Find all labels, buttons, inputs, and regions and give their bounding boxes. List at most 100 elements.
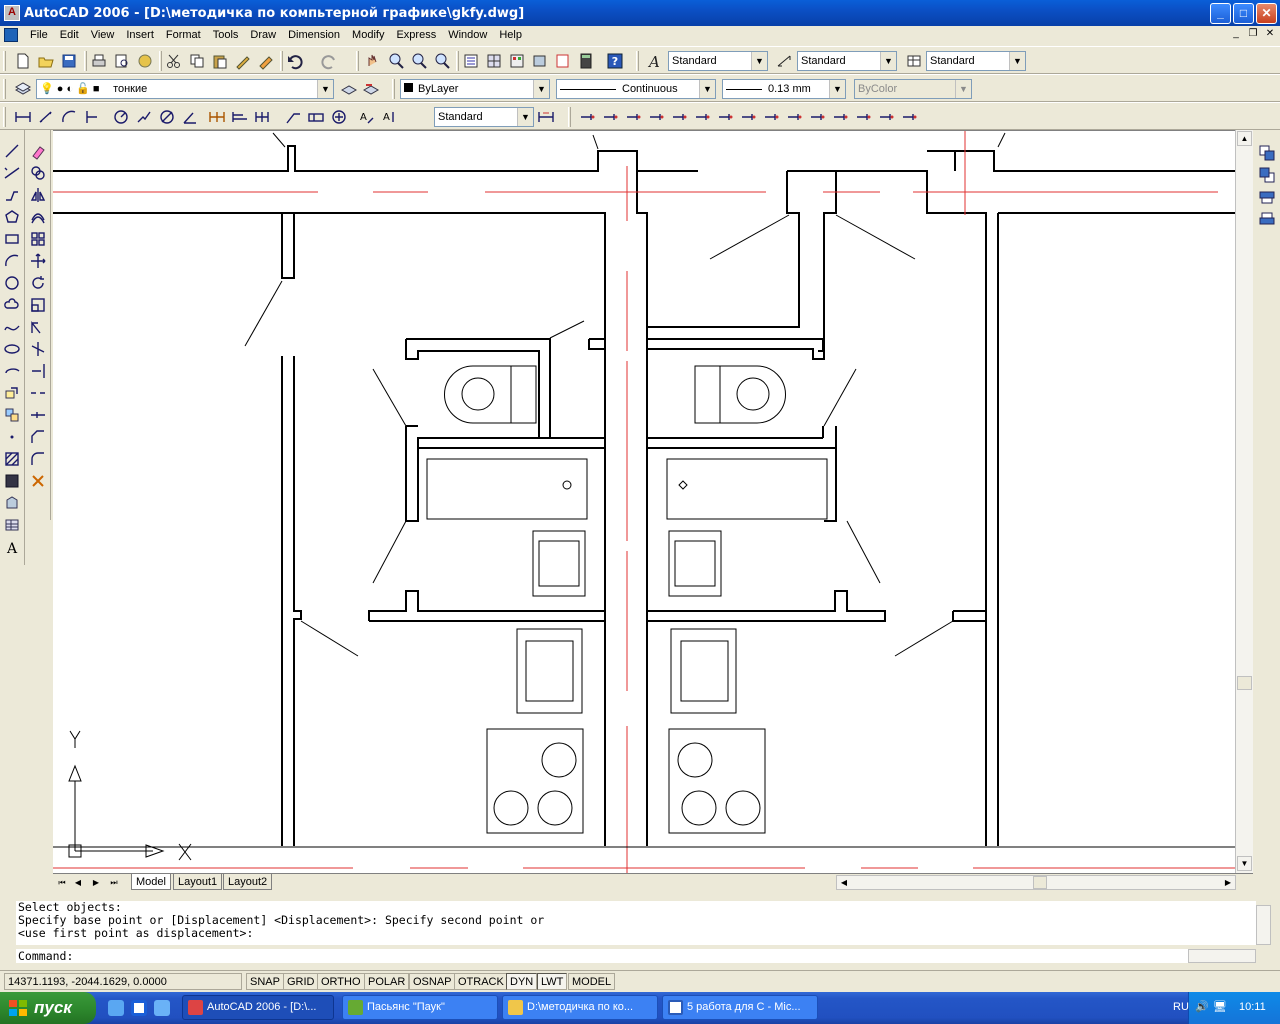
none-snap-icon[interactable] [877,108,895,126]
polar-toggle[interactable]: POLAR [364,973,410,990]
rotate-icon[interactable] [29,274,47,292]
close-button[interactable]: ✕ [1256,3,1277,24]
polygon-icon[interactable] [3,208,21,226]
xline-icon[interactable] [3,164,21,182]
line-icon[interactable] [3,142,21,160]
dimjog-icon[interactable] [135,108,153,126]
extend-icon[interactable] [29,362,47,380]
horizontal-scrollbar[interactable]: ◀ ▶ [836,875,1236,890]
hatch-icon[interactable] [3,450,21,468]
calculator-icon[interactable] [577,52,595,70]
dimdia-icon[interactable] [158,108,176,126]
dimcont-icon[interactable] [254,108,272,126]
menu-insert[interactable]: Insert [120,29,160,41]
block-editor-icon[interactable] [257,52,275,70]
task-spider-solitaire[interactable]: Пасьянс "Паук" [342,995,498,1020]
publish-icon[interactable] [136,52,154,70]
make-current-layer-icon[interactable] [340,80,358,98]
layer-manager-icon[interactable] [14,80,32,98]
media-player-icon[interactable] [131,1000,147,1016]
autocad-app-icon[interactable] [4,5,20,21]
dyn-toggle[interactable]: DYN [506,973,538,990]
chevron-down-icon[interactable]: ▼ [317,80,333,98]
menu-window[interactable]: Window [442,29,493,41]
copy-icon[interactable] [188,52,206,70]
color-select[interactable]: ByLayer ▼ [400,79,550,99]
otrack-toggle[interactable]: OTRACK [454,973,508,990]
scroll-down-icon[interactable]: ▼ [1237,856,1252,871]
quadrant-snap-icon[interactable] [716,108,734,126]
snap-toggle[interactable]: SNAP [246,973,284,990]
point-icon[interactable] [3,428,21,446]
vertical-scrollbar[interactable]: ▲ ▼ [1235,130,1253,873]
scroll-thumb[interactable] [1033,876,1047,889]
command-input[interactable]: Command: [16,949,1188,963]
center-icon[interactable] [330,108,348,126]
tab-layout2[interactable]: Layout2 [223,874,273,890]
ortho-toggle[interactable]: ORTHO [317,973,365,990]
design-center-icon[interactable] [485,52,503,70]
chevron-down-icon[interactable]: ▼ [699,80,715,98]
tol-icon[interactable] [307,108,325,126]
new-file-icon[interactable] [14,52,32,70]
dimlin-icon[interactable] [14,108,32,126]
dimtedit-icon[interactable]: A [381,108,399,126]
dimal-icon[interactable] [37,108,55,126]
bring-to-front-icon[interactable] [1258,144,1276,162]
menu-tools[interactable]: Tools [207,29,245,41]
table-style-icon[interactable] [905,52,923,70]
menu-format[interactable]: Format [160,29,207,41]
pan-realtime-icon[interactable] [364,52,382,70]
text-style-icon[interactable]: A [646,52,664,71]
perpendicular-snap-icon[interactable] [762,108,780,126]
erase-icon[interactable] [29,142,47,160]
move-icon[interactable] [29,252,47,270]
intersection-snap-icon[interactable] [624,108,642,126]
tool-palettes-icon[interactable] [508,52,526,70]
chevron-down-icon[interactable]: ▼ [517,108,533,126]
menu-edit[interactable]: Edit [54,29,85,41]
doc-close-button[interactable]: ✕ [1262,27,1278,41]
command-scrollbar[interactable] [1256,905,1271,945]
menu-express[interactable]: Express [390,29,442,41]
menu-file[interactable]: File [24,29,54,41]
chevron-down-icon[interactable]: ▼ [829,80,845,98]
stretch-icon[interactable] [29,318,47,336]
language-indicator[interactable]: RU [1173,1001,1189,1013]
region-icon[interactable] [3,494,21,512]
linetype-select[interactable]: Continuous ▼ [556,79,716,99]
maximize-button[interactable]: □ [1233,3,1254,24]
spline-icon[interactable] [3,318,21,336]
zoom-window-icon[interactable] [410,52,428,70]
table-style-select[interactable]: Standard ▼ [926,51,1026,71]
zoom-previous-icon[interactable] [433,52,451,70]
scroll-up-icon[interactable]: ▲ [1237,131,1252,146]
explode-icon[interactable] [29,472,47,490]
apparent-intersection-snap-icon[interactable] [647,108,665,126]
insert-icon[interactable] [3,384,21,402]
tab-layout1[interactable]: Layout1 [173,874,223,890]
endpoint-snap-icon[interactable] [578,108,596,126]
chevron-down-icon[interactable]: ▼ [533,80,549,98]
table-icon[interactable] [3,516,21,534]
coordinates-display[interactable]: 14371.1193, -2044.1629, 0.0000 [4,973,242,990]
menu-help[interactable]: Help [493,29,528,41]
bring-above-icon[interactable] [1258,188,1276,206]
toolbar-grip[interactable] [3,51,6,71]
task-autocad[interactable]: AutoCAD 2006 - [D:\... [182,995,334,1020]
save-icon[interactable] [60,52,78,70]
open-file-icon[interactable] [37,52,55,70]
next-tab-icon[interactable]: ▶ [89,876,103,889]
doc-restore-button[interactable]: ❐ [1245,27,1261,41]
parallel-snap-icon[interactable] [785,108,803,126]
earc-icon[interactable] [3,362,21,380]
dim-style-select[interactable]: Standard ▼ [797,51,897,71]
menu-draw[interactable]: Draw [244,29,282,41]
chevron-down-icon[interactable]: ▼ [1009,52,1025,70]
toolbar-grip[interactable] [3,107,6,127]
volume-icon[interactable]: 🔊 [1195,1000,1211,1016]
plot-icon[interactable] [90,52,108,70]
dimrad-icon[interactable] [112,108,130,126]
scroll-left-icon[interactable]: ◀ [837,876,851,889]
match-properties-icon[interactable] [234,52,252,70]
